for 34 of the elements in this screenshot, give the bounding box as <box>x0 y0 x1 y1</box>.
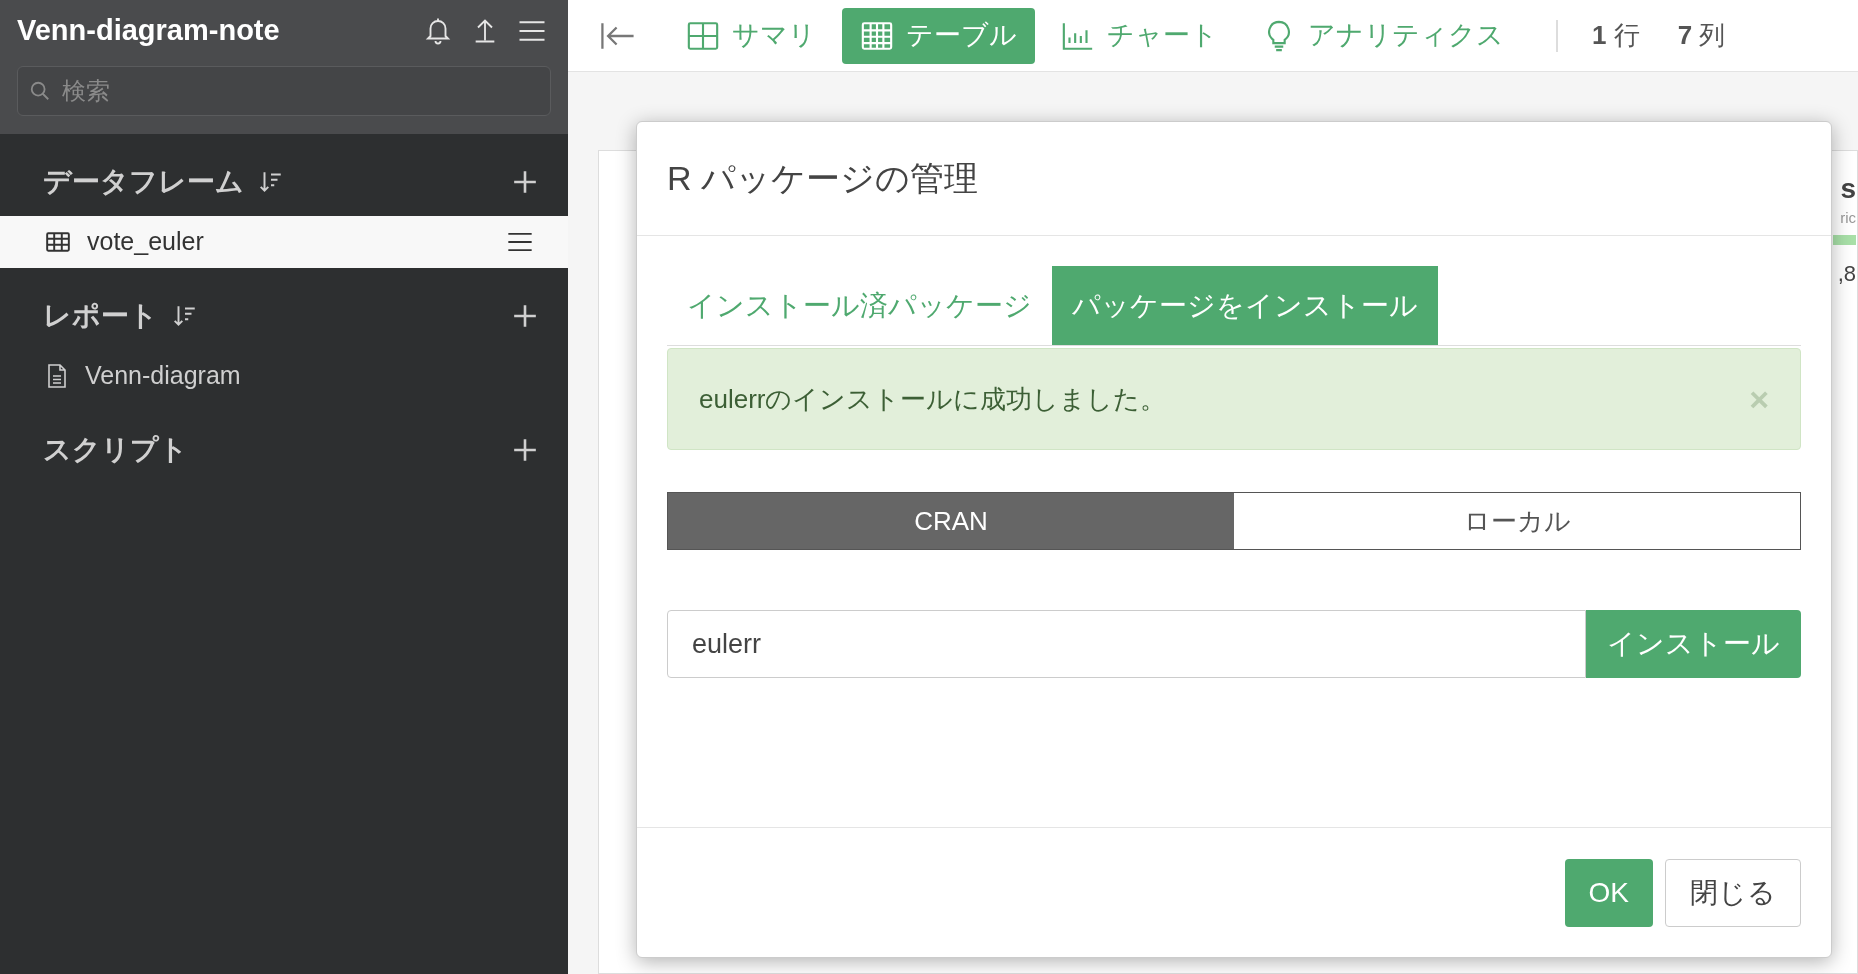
count-label: 7 列 <box>1677 19 1726 52</box>
ok-button[interactable]: OK <box>1564 858 1653 927</box>
close-dialog-button[interactable]: 閉じる <box>1665 858 1801 927</box>
section-title: スクリプト <box>43 433 188 467</box>
add-icon[interactable] <box>512 303 538 329</box>
source-toggle[interactable]: CRAN <box>668 493 1234 549</box>
sort-icon[interactable] <box>258 169 284 195</box>
view-tab[interactable]: テーブル <box>842 7 1035 64</box>
column-header: s <box>1840 172 1856 206</box>
tab[interactable]: パッケージをインストール <box>1052 266 1438 345</box>
modal-title: R パッケージの管理 <box>667 158 978 199</box>
sort-icon[interactable] <box>172 303 198 329</box>
project-title: Venn-diagram-note <box>17 13 280 49</box>
view-tab[interactable]: サマリ <box>668 7 834 64</box>
package-input[interactable]: eulerr <box>667 610 1586 678</box>
add-icon[interactable] <box>512 437 538 463</box>
add-icon[interactable] <box>512 169 538 195</box>
column-type: ric <box>1840 208 1856 228</box>
sidebar-item[interactable]: vote_euler <box>0 216 568 268</box>
view-tab[interactable]: アナリティクス <box>1244 7 1522 64</box>
section-title: レポート <box>43 299 158 333</box>
table-cell-text: ,8 <box>1837 260 1856 288</box>
section-title: データフレーム <box>43 165 244 199</box>
install-button[interactable]: インストール <box>1586 610 1801 678</box>
search-field[interactable]: 検索 <box>17 66 551 116</box>
tab[interactable]: インストール済パッケージ <box>667 266 1052 345</box>
alert-message: eulerrのインストールに成功しました。 <box>699 382 1167 416</box>
search-icon <box>29 80 51 102</box>
view-tab[interactable]: チャート <box>1043 7 1236 64</box>
count-label: 1 行 <box>1592 19 1640 52</box>
type-bar <box>1833 235 1856 245</box>
document-icon <box>45 363 69 389</box>
table-icon <box>45 229 71 255</box>
sidebar-item[interactable]: Venn-diagram <box>0 350 568 402</box>
